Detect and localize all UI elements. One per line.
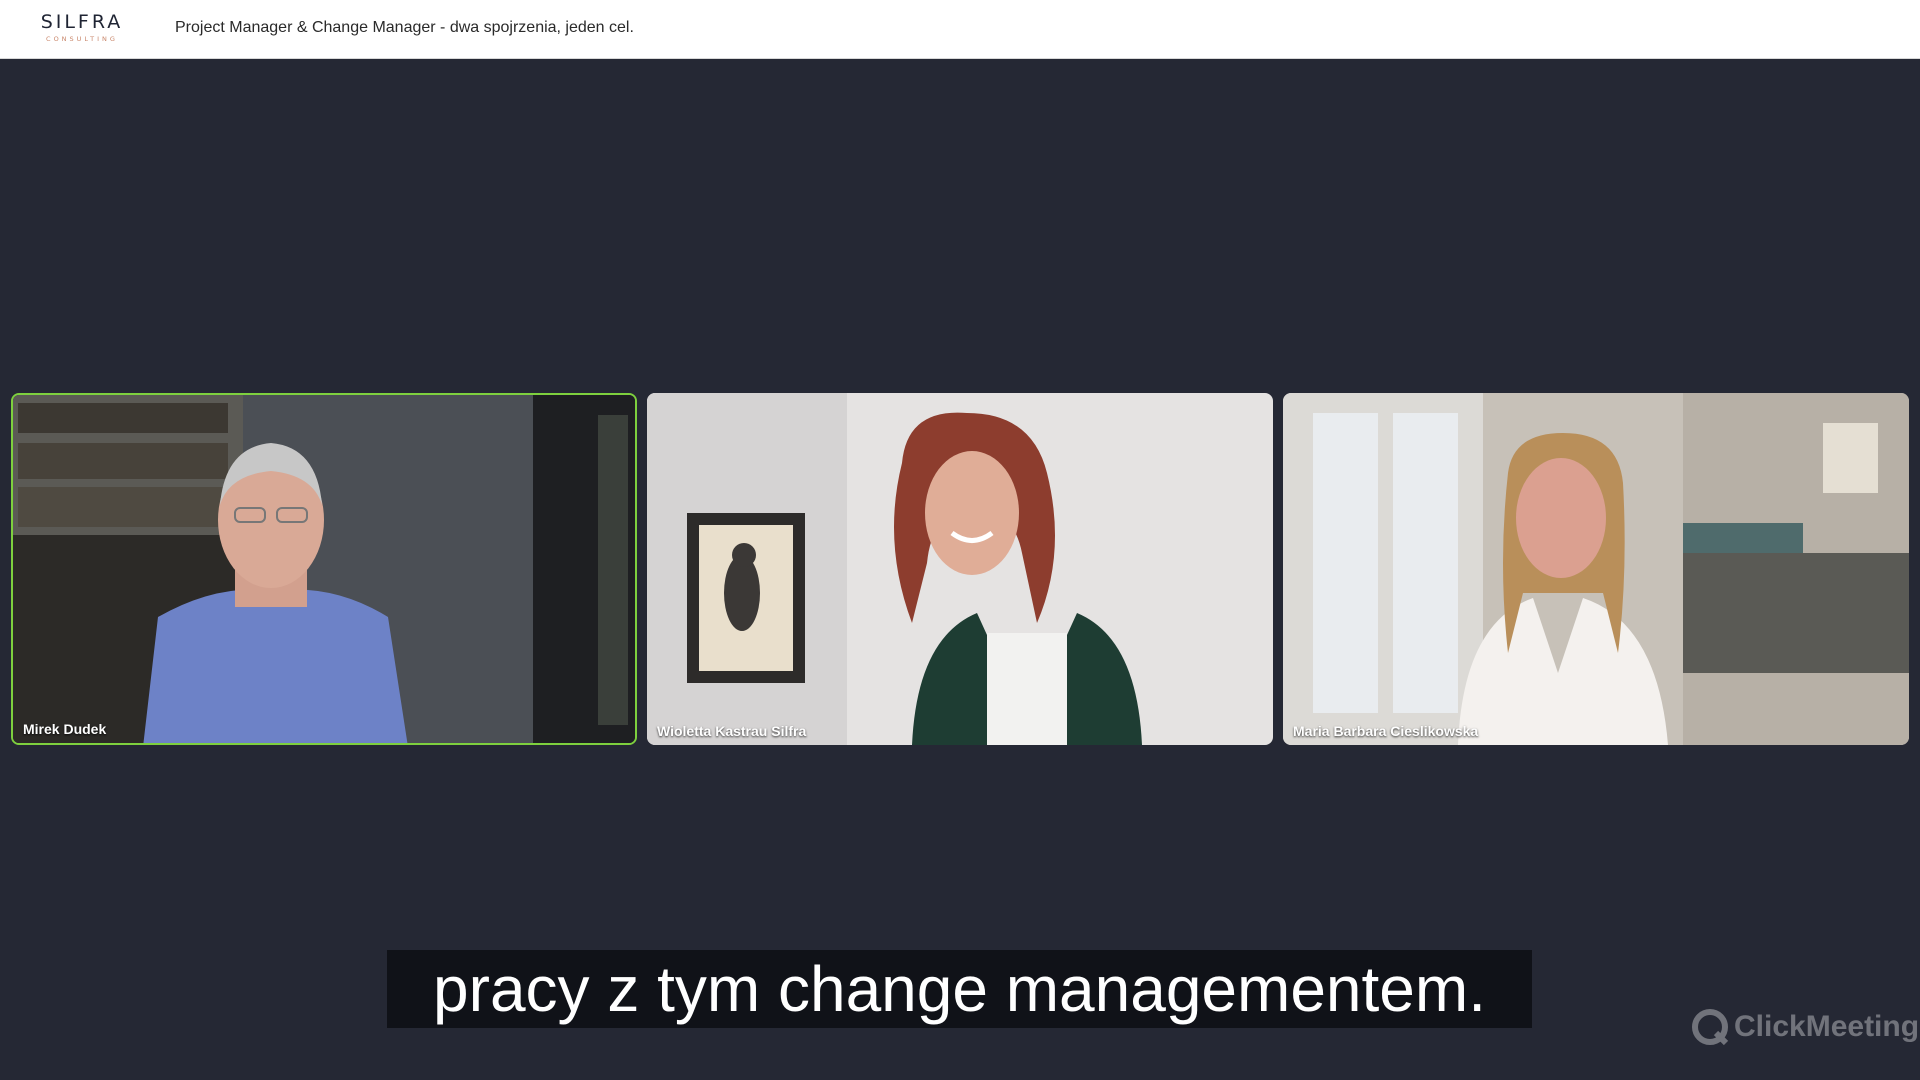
top-bar: SILFRA CONSULTING Project Manager & Chan…	[0, 0, 1920, 59]
video-feed-1	[13, 395, 635, 743]
subtitle-text: pracy z tym change managementem.	[433, 953, 1486, 1025]
participant-name-3: Maria Barbara Cieslikowska	[1293, 723, 1479, 739]
watermark-text: ClickMeeting	[1734, 1010, 1920, 1043]
clickmeeting-watermark: ClickMeeting	[1690, 1005, 1919, 1049]
video-feed-3	[1283, 393, 1909, 745]
clickmeeting-logo-icon	[1692, 1009, 1729, 1046]
participant-name-1: Mirek Dudek	[23, 721, 107, 737]
video-tile-1[interactable]: Mirek Dudek	[11, 393, 637, 745]
video-tile-2[interactable]: Wioletta Kastrau Silfra	[647, 393, 1273, 745]
participant-name-2: Wioletta Kastrau Silfra	[657, 723, 807, 739]
event-title: Project Manager & Change Manager - dwa s…	[175, 19, 634, 36]
subtitle-box: pracy z tym change managementem.	[387, 950, 1532, 1028]
logo-main-text: SILFRA	[40, 11, 124, 33]
silfra-logo: SILFRA CONSULTING	[36, 12, 128, 44]
video-feed-2	[647, 393, 1273, 745]
video-tile-3[interactable]: Maria Barbara Cieslikowska	[1283, 393, 1909, 745]
logo-sub-text: CONSULTING	[46, 35, 118, 43]
